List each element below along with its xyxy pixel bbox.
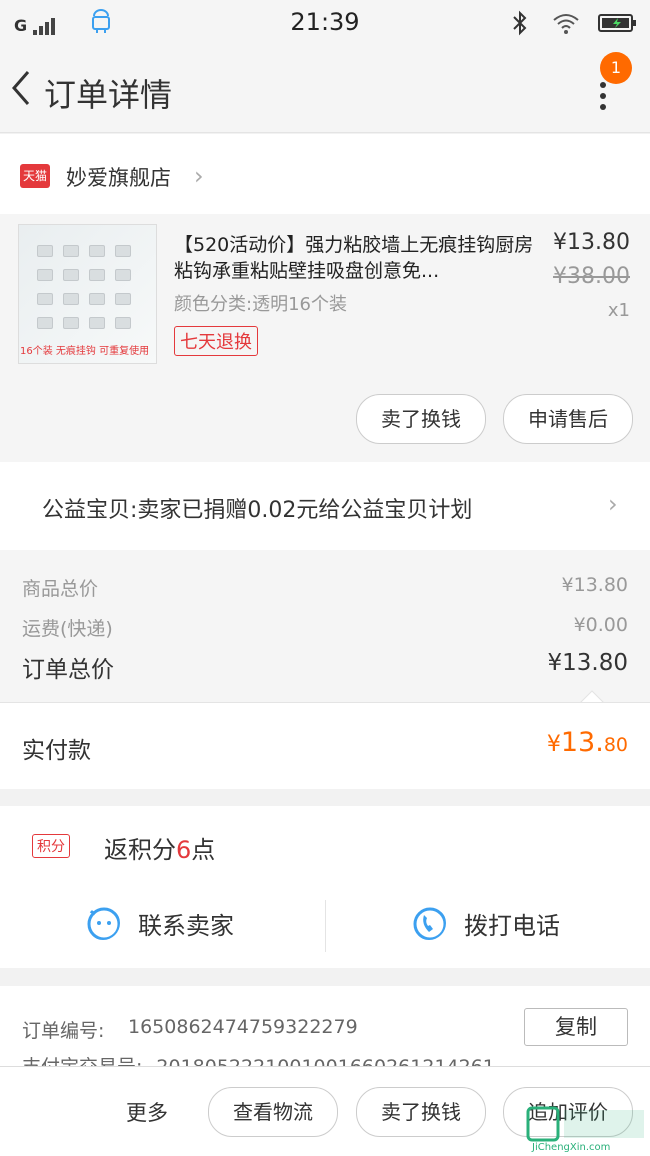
store-name: 妙爱旗舰店 bbox=[66, 166, 171, 190]
more-button[interactable]: 更多 bbox=[126, 1097, 168, 1127]
product-card[interactable]: 16个装 无痕挂钩 可重复使用 【520活动价】强力粘胶墙上无痕挂钩厨房粘钩承重… bbox=[0, 214, 650, 462]
order-number-label: 订单编号: bbox=[22, 1020, 105, 1042]
more-menu-icon[interactable] bbox=[600, 82, 612, 112]
shipping-label: 运费(快递) bbox=[22, 618, 113, 640]
points-contact-section: 积分 返积分6点 联系卖家 拨打电话 bbox=[0, 806, 650, 968]
bluetooth-icon bbox=[513, 10, 527, 36]
product-price: ¥13.80 bbox=[553, 230, 630, 255]
contact-seller-button[interactable]: 联系卖家 bbox=[138, 906, 234, 941]
order-total-value: ¥13.80 bbox=[547, 650, 628, 676]
points-text: 返积分6点 bbox=[104, 836, 216, 864]
product-spec: 颜色分类:透明16个装 bbox=[174, 294, 347, 315]
order-number-value: 1650862474759322279 bbox=[128, 1016, 358, 1038]
wifi-icon bbox=[553, 14, 579, 34]
product-name[interactable]: 【520活动价】强力粘胶墙上无痕挂钩厨房粘钩承重粘贴壁挂吸盘创意免... bbox=[174, 232, 534, 284]
paid-label: 实付款 bbox=[22, 738, 91, 764]
paid-amount: ¥13.80 bbox=[546, 727, 628, 758]
store-row[interactable]: 天猫 妙爱旗舰店 › bbox=[0, 134, 650, 214]
divider bbox=[325, 900, 326, 952]
order-info: 订单编号: 1650862474759322279 复制 支付宝交易号:2018… bbox=[0, 986, 650, 1066]
call-phone-button[interactable]: 拨打电话 bbox=[464, 906, 560, 941]
status-bar: G 21:39 bbox=[0, 0, 650, 44]
alipay-number-row: 支付宝交易号:2018052221001001660261214261 bbox=[22, 1052, 495, 1066]
tmall-logo: 天猫 bbox=[20, 164, 50, 188]
points-badge: 积分 bbox=[32, 834, 70, 858]
chat-icon bbox=[87, 907, 120, 940]
sell-button[interactable]: 卖了换钱 bbox=[356, 1087, 486, 1137]
original-price: ¥38.00 bbox=[553, 264, 630, 289]
charity-text: 公益宝贝:卖家已捐赠0.02元给公益宝贝计划 bbox=[42, 498, 473, 523]
watermark-logo: JiChengXin.com bbox=[524, 1104, 650, 1155]
image-caption: 16个装 无痕挂钩 可重复使用 bbox=[20, 346, 150, 357]
copy-button[interactable]: 复制 bbox=[524, 1008, 628, 1046]
order-total-label: 订单总价 bbox=[22, 657, 114, 683]
return-policy-tag: 七天退换 bbox=[174, 326, 258, 356]
chevron-right-icon: › bbox=[608, 490, 618, 518]
back-arrow-icon[interactable] bbox=[8, 66, 38, 110]
battery-icon bbox=[598, 14, 636, 32]
charity-row[interactable]: 公益宝贝:卖家已捐赠0.02元给公益宝贝计划 › bbox=[0, 462, 650, 550]
view-logistics-button[interactable]: 查看物流 bbox=[208, 1087, 338, 1137]
shipping-value: ¥0.00 bbox=[573, 614, 628, 636]
after-sales-button[interactable]: 申请售后 bbox=[503, 394, 633, 444]
goods-total-value: ¥13.80 bbox=[561, 574, 628, 596]
app-header: 订单详情 bbox=[0, 44, 650, 133]
goods-total-label: 商品总价 bbox=[22, 578, 99, 600]
page-title: 订单详情 bbox=[44, 76, 173, 114]
notification-badge: 1 bbox=[600, 52, 632, 84]
sell-button[interactable]: 卖了换钱 bbox=[356, 394, 486, 444]
phone-icon bbox=[413, 907, 446, 940]
product-quantity: x1 bbox=[607, 300, 630, 321]
paid-row: 实付款 ¥13.80 bbox=[0, 702, 650, 789]
chevron-right-icon: › bbox=[194, 162, 204, 190]
